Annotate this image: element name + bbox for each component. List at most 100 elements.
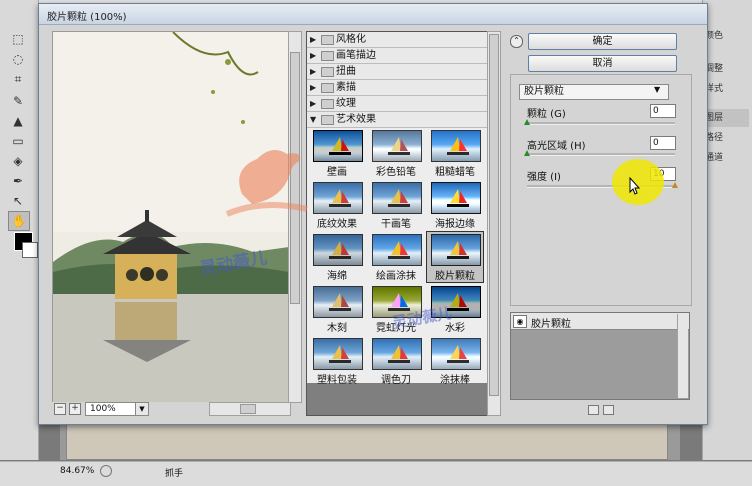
thumbnail-poster-edges[interactable]: 海报边缘 [427, 180, 483, 230]
chevron-down-icon[interactable]: ▼ [135, 402, 149, 416]
effect-layer-label: 胶片颗粒 [531, 319, 571, 330]
thumbnail-cutout[interactable]: 木刻 [309, 284, 365, 334]
folder-icon [321, 67, 334, 77]
param-label-intensity: 强度 (I) [527, 172, 561, 183]
eraser-icon[interactable]: ▭ [8, 132, 28, 150]
filter-list-scrollbar[interactable] [487, 31, 501, 416]
slider-knob[interactable] [524, 150, 530, 156]
category-artistic[interactable]: ▼ 艺术效果 [307, 112, 488, 128]
thumbnail-rough-pastels[interactable]: 粗糙蜡笔 [427, 128, 483, 178]
right-panels: 颜色 调整 样式 图层 路径 通道 [702, 0, 752, 460]
slider-knob[interactable] [672, 182, 678, 188]
collapse-gallery-icon[interactable]: ⌃ [510, 35, 523, 48]
category-texture[interactable]: ▶ 纹理 [307, 96, 488, 112]
thumbnail-underpainting[interactable]: 底纹效果 [309, 180, 365, 230]
scroll-thumb[interactable] [489, 34, 499, 396]
watermark-logo [225, 150, 308, 217]
cancel-button[interactable]: 取消 [528, 55, 677, 72]
chevron-down-icon: ▼ [310, 115, 317, 124]
chevron-right-icon: ▶ [310, 67, 317, 76]
delete-effect-layer-icon[interactable] [603, 405, 614, 415]
hand-icon[interactable]: ✋ [8, 211, 30, 231]
path-select-icon[interactable]: ↖ [8, 192, 28, 210]
crop-icon[interactable]: ⌗ [8, 70, 28, 88]
effect-layers-box: ◉ 胶片颗粒 [510, 312, 690, 400]
chevron-down-icon[interactable]: ▼ [654, 85, 660, 94]
thumbnail-film-grain[interactable]: 胶片颗粒 [426, 231, 484, 283]
thumbnail-paint-daubs[interactable]: 绘画涂抹 [368, 232, 424, 282]
panel-tab-channels[interactable]: 通道 [705, 149, 749, 167]
thumbnail-image [372, 130, 422, 162]
chevron-right-icon: ▶ [310, 35, 317, 44]
zoom-out-button[interactable]: − [54, 403, 66, 415]
folder-icon [321, 51, 334, 61]
thumbnail-fresco[interactable]: 壁画 [309, 128, 365, 178]
thumbnail-image [431, 182, 481, 214]
filter-gallery-dialog: 胶片颗粒 (100%) − + 100% ▼ ▶ 风格化 ▶ 画笔描边 ▶ 扭曲… [38, 3, 708, 425]
category-distort[interactable]: ▶ 扭曲 [307, 64, 488, 80]
panel-tab-style[interactable]: 样式 [705, 80, 749, 98]
lasso-icon[interactable]: ◌ [8, 50, 28, 68]
slider-highlight[interactable] [524, 150, 675, 156]
param-input-grain[interactable]: 0 [650, 104, 676, 118]
blur-icon[interactable]: ◈ [8, 152, 28, 170]
stamp-icon[interactable]: ▲ [8, 112, 28, 130]
param-label-highlight: 高光区域 (H) [527, 141, 586, 152]
thumbnail-dry-brush[interactable]: 干画笔 [368, 180, 424, 230]
marquee-icon[interactable]: ⬚ [8, 30, 28, 48]
thumbnail-image [431, 338, 481, 370]
new-effect-layer-icon[interactable] [588, 405, 599, 415]
filter-select[interactable]: 胶片颗粒 [519, 84, 669, 100]
zoom-in-button[interactable]: + [69, 403, 81, 415]
slider-grain[interactable] [524, 119, 675, 125]
folder-icon [321, 35, 334, 45]
filter-list-panel: ▶ 风格化 ▶ 画笔描边 ▶ 扭曲 ▶ 素描 ▶ 纹理 ▼ 艺术效果 壁画 彩色铅笔 粗糙蜡… [306, 31, 489, 416]
brush-icon[interactable]: ✎ [8, 92, 28, 110]
status-info-icon[interactable] [100, 465, 112, 477]
zoom-level-field[interactable]: 100% [85, 402, 136, 416]
chevron-right-icon: ▶ [310, 83, 317, 92]
param-label-grain: 颗粒 (G) [527, 109, 566, 120]
status-tool-name: 抓手 [165, 469, 184, 479]
panel-tab-color[interactable]: 颜色 [705, 27, 749, 45]
category-stylize[interactable]: ▶ 风格化 [307, 32, 488, 48]
panel-tab-paths[interactable]: 路径 [705, 129, 749, 147]
category-brush-strokes[interactable]: ▶ 画笔描边 [307, 48, 488, 64]
folder-icon [321, 99, 334, 109]
folder-open-icon [321, 115, 334, 125]
thumbnail-colored-pencil[interactable]: 彩色铅笔 [368, 128, 424, 178]
eye-icon[interactable]: ◉ [513, 315, 527, 328]
thumbnail-image [372, 182, 422, 214]
thumbnail-smudge-stick[interactable]: 涂抹棒 [427, 336, 483, 386]
thumbnail-plastic-wrap[interactable]: 塑料包装 [309, 336, 365, 386]
panel-tab-layers[interactable]: 图层 [705, 109, 749, 127]
thumbnail-palette-knife[interactable]: 调色刀 [368, 336, 424, 386]
thumbnail-image [313, 130, 363, 162]
thumbnail-image [372, 234, 422, 266]
slider-knob[interactable] [524, 119, 530, 125]
dialog-title-bar[interactable]: 胶片颗粒 (100%) [39, 4, 707, 25]
thumbnail-image [431, 234, 481, 266]
thumbnail-sponge[interactable]: 海绵 [309, 232, 365, 282]
chevron-right-icon: ▶ [310, 51, 317, 60]
thumbnail-image [372, 338, 422, 370]
param-input-highlight[interactable]: 0 [650, 136, 676, 150]
thumbnail-image [313, 234, 363, 266]
ok-button[interactable]: 确定 [528, 33, 677, 50]
scroll-thumb[interactable] [240, 404, 256, 414]
status-zoom[interactable]: 84.67% [60, 466, 94, 476]
thumbnail-grid: 壁画 彩色铅笔 粗糙蜡笔 底纹效果 干画笔 海报边缘 海绵 绘画涂抹 胶片颗粒 … [307, 128, 488, 386]
background-color-swatch[interactable] [22, 242, 38, 258]
effect-layer-row[interactable]: ◉ 胶片颗粒 [511, 313, 689, 330]
panel-tab-adjust[interactable]: 调整 [705, 60, 749, 78]
cursor-icon [629, 177, 641, 195]
pen-icon[interactable]: ✒ [8, 172, 28, 190]
layers-scrollbar[interactable] [677, 314, 688, 398]
status-bar: 84.67% 抓手 [0, 461, 752, 486]
category-sketch[interactable]: ▶ 素描 [307, 80, 488, 96]
tools-panel: ⬚ ◌ ⌗ ✎ ▲ ▭ ◈ ✒ ↖ ✋ [0, 0, 39, 460]
chevron-right-icon: ▶ [310, 99, 317, 108]
thumbnail-image [313, 286, 363, 318]
folder-icon [321, 83, 334, 93]
preview-horizontal-scrollbar[interactable] [209, 402, 291, 416]
